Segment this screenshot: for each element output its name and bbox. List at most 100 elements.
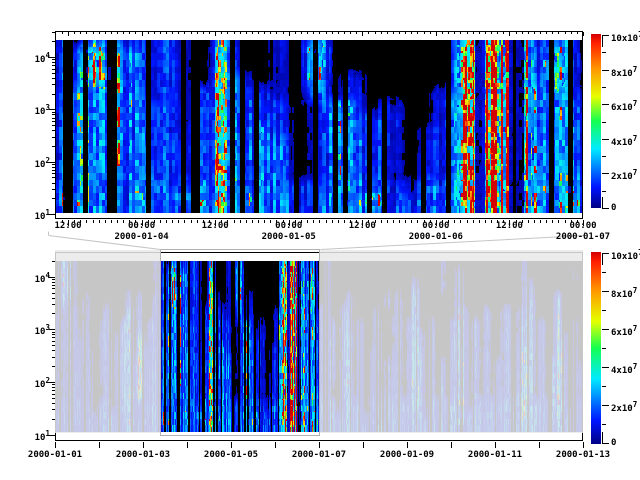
colorbar-tick-label: 2x107 [611, 168, 637, 182]
y-minor-tick [52, 41, 55, 42]
x-minor-tick-top [540, 32, 541, 34]
x-minor-tick-top [264, 32, 265, 34]
y-minor-tick [52, 313, 55, 314]
selection-window[interactable] [160, 249, 320, 436]
x-minor-tick-top [497, 32, 498, 34]
x-major-tick [407, 442, 408, 448]
x-minor-tick [417, 220, 418, 223]
x-major-tick-top [68, 32, 69, 36]
colorbar-major-tick [602, 367, 609, 368]
x-minor-tick-top [172, 32, 173, 34]
y-tick-label: 104 [20, 51, 50, 65]
colorbar-major-tick [602, 70, 609, 71]
y-minor-tick [52, 189, 55, 190]
y-minor-tick [52, 118, 55, 119]
x-minor-tick [301, 220, 302, 223]
x-minor-tick-top [209, 32, 210, 34]
x-minor-tick-top [503, 32, 504, 34]
x-minor-tick [399, 220, 400, 223]
context-fade-right[interactable] [320, 250, 583, 433]
y-minor-tick [52, 288, 55, 289]
x-minor-tick-top [313, 32, 314, 34]
x-major-tick [495, 442, 496, 448]
x-minor-tick [129, 220, 130, 223]
colorbar-minor-tick [602, 424, 606, 425]
x-major-tick [99, 442, 100, 448]
x-minor-tick [368, 220, 369, 223]
x-major-tick-top [583, 32, 584, 36]
y-minor-tick [52, 130, 55, 131]
y-tick-label: 102 [20, 376, 50, 390]
x-minor-tick [577, 220, 578, 223]
x-major-tick [539, 442, 540, 448]
x-minor-tick-top [405, 32, 406, 34]
x-minor-tick-top [411, 32, 412, 34]
x-minor-tick-top [332, 32, 333, 34]
x-minor-tick [178, 220, 179, 223]
x-minor-tick-top [80, 32, 81, 34]
colorbar-minor-tick [602, 156, 606, 157]
x-minor-tick [258, 220, 259, 223]
x-minor-tick [491, 220, 492, 223]
x-tick-label: 00:00 [422, 221, 449, 231]
x-minor-tick-top [197, 32, 198, 34]
colorbar-major-tick [602, 173, 609, 174]
y-minor-tick [52, 332, 55, 333]
colorbar-tick-label: 8x107 [611, 286, 637, 300]
x-minor-tick-top [191, 32, 192, 34]
x-minor-tick-top [565, 32, 566, 34]
x-major-tick [583, 442, 584, 448]
x-minor-tick-top [295, 32, 296, 34]
colorbar-tick-label: 10x107 [611, 30, 640, 44]
y-minor-tick [52, 419, 55, 420]
x-minor-tick-top [479, 32, 480, 34]
x-minor-tick [411, 220, 412, 223]
y-minor-tick [52, 279, 55, 280]
y-minor-tick [52, 345, 55, 346]
x-minor-tick [448, 220, 449, 223]
colorbar-tick-label: 6x107 [611, 324, 637, 338]
date-label: 2000-01-05 [262, 232, 316, 242]
x-minor-tick [246, 220, 247, 223]
y-minor-tick [52, 78, 55, 79]
x-minor-tick-top [417, 32, 418, 34]
x-minor-tick-top [326, 32, 327, 34]
y-minor-tick [52, 65, 55, 66]
x-minor-tick-top [546, 32, 547, 34]
x-minor-tick [338, 220, 339, 223]
colorbar-major-tick [602, 104, 609, 105]
x-major-tick-top [142, 32, 143, 36]
x-minor-tick-top [240, 32, 241, 34]
x-minor-tick [467, 220, 468, 223]
y-minor-tick [52, 403, 55, 404]
colorbar-axis-stub [602, 35, 603, 47]
y-tick-label: 103 [20, 103, 50, 117]
x-minor-tick [332, 220, 333, 223]
x-minor-tick [460, 220, 461, 223]
colorbar-major-tick [602, 253, 609, 254]
x-minor-tick-top [283, 32, 284, 34]
y-minor-tick [52, 261, 55, 262]
colorbar-tick-label: 4x107 [611, 134, 637, 148]
x-minor-tick [209, 220, 210, 223]
context-fade-left[interactable] [55, 250, 160, 433]
x-major-tick [55, 442, 56, 448]
x-minor-tick [319, 220, 320, 223]
x-minor-tick-top [399, 32, 400, 34]
x-minor-tick [264, 220, 265, 223]
x-minor-tick [307, 220, 308, 223]
y-minor-tick [52, 285, 55, 286]
y-minor-tick [52, 146, 55, 147]
y-minor-tick [52, 282, 55, 283]
y-minor-tick [52, 94, 55, 95]
x-minor-tick-top [166, 32, 167, 34]
y-minor-tick [52, 183, 55, 184]
x-minor-tick-top [148, 32, 149, 34]
y-minor-tick [52, 357, 55, 358]
x-minor-tick-top [424, 32, 425, 34]
x-minor-tick-top [234, 32, 235, 34]
y-minor-tick [52, 350, 55, 351]
x-minor-tick-top [99, 32, 100, 34]
x-minor-tick [99, 220, 100, 223]
x-major-tick [319, 442, 320, 448]
